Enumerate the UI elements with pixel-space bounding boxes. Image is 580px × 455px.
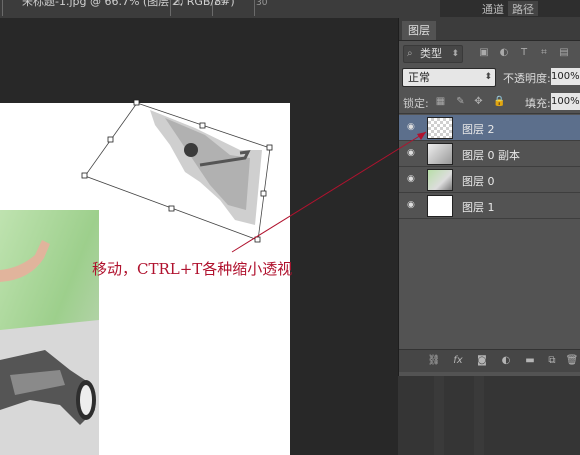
- annotation-arrow: [231, 131, 427, 253]
